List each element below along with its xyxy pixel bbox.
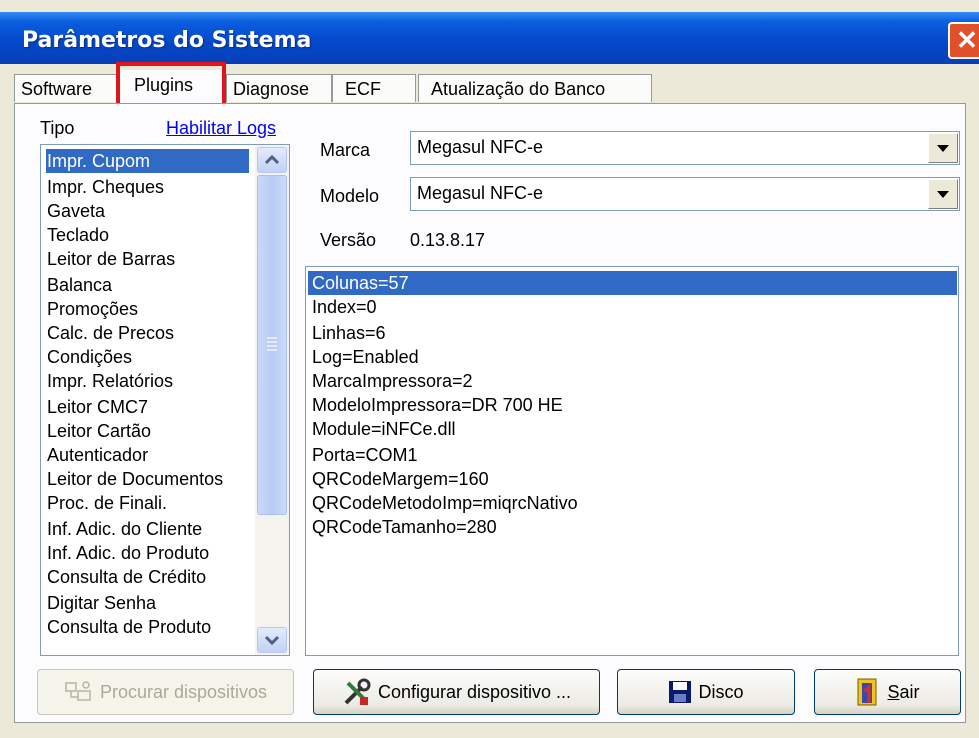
chevron-down-icon <box>264 635 280 646</box>
close-button[interactable]: ✕ <box>948 22 979 59</box>
list-item-selected[interactable]: Impr. Cupom <box>46 149 249 173</box>
param-line[interactable]: QRCodeMargem=160 <box>312 467 489 491</box>
marca-dropdown-button[interactable] <box>928 133 958 163</box>
habilitar-logs-link[interactable]: Habilitar Logs <box>166 118 276 139</box>
list-item[interactable]: Condições <box>47 345 132 369</box>
param-line[interactable]: Module=iNFCe.dll <box>312 417 456 441</box>
modelo-select[interactable]: Megasul NFC-e <box>410 177 960 211</box>
list-item[interactable]: Autenticador <box>47 443 148 467</box>
configurar-dispositivo-button[interactable]: Configurar dispositivo ... <box>313 669 600 715</box>
param-line[interactable]: QRCodeTamanho=280 <box>312 515 497 539</box>
list-item[interactable]: Teclado <box>47 223 109 247</box>
marca-select[interactable]: Megasul NFC-e <box>410 131 960 165</box>
procurar-dispositivos-button[interactable]: Procurar dispositivos <box>37 669 294 715</box>
title-bar[interactable]: Parâmetros do Sistema ✕ <box>0 12 979 64</box>
versao-label: Versão <box>320 230 377 250</box>
tab-atualizacao-banco[interactable]: Atualização do Banco <box>418 74 652 102</box>
configure-tools-icon <box>344 678 371 705</box>
param-line[interactable]: Log=Enabled <box>312 345 419 369</box>
versao-value: 0.13.8.17 <box>410 230 486 250</box>
list-item[interactable]: Inf. Adic. do Produto <box>47 541 209 565</box>
tipo-label: Tipo <box>40 118 75 138</box>
param-line[interactable]: QRCodeMetodoImp=miqrcNativo <box>312 491 578 515</box>
param-line[interactable]: Linhas=6 <box>312 321 386 345</box>
list-item[interactable]: Balanca <box>47 273 112 297</box>
list-item[interactable]: Impr. Cheques <box>47 175 164 199</box>
list-item[interactable]: Gaveta <box>47 199 105 223</box>
scroll-down-button[interactable] <box>257 627 287 653</box>
param-line-selected[interactable]: Colunas=57 <box>308 271 957 295</box>
list-item[interactable]: Inf. Adic. do Cliente <box>47 517 202 541</box>
marca-value: Megasul NFC-e <box>417 137 544 157</box>
sair-button[interactable]: Sair <box>814 669 961 715</box>
param-line[interactable]: Porta=COM1 <box>312 443 418 467</box>
list-scrollbar[interactable] <box>255 145 289 655</box>
param-line[interactable]: Index=0 <box>312 295 377 319</box>
tipo-listbox[interactable]: Impr. Cupom Impr. Cheques Gaveta Teclado… <box>40 144 290 656</box>
plugin-parameters-list[interactable]: Colunas=57 Index=0 Linhas=6 Log=Enabled … <box>305 266 959 656</box>
disco-label: Disco <box>698 681 744 702</box>
exit-door-icon <box>857 678 877 706</box>
chevron-up-icon <box>264 154 280 165</box>
list-item[interactable]: Leitor de Documentos <box>47 467 223 491</box>
system-parameters-window: Parâmetros do Sistema ✕ Software Plugins… <box>0 0 979 738</box>
list-item[interactable]: Leitor Cartão <box>47 419 151 443</box>
dropdown-arrow-icon <box>937 191 949 198</box>
list-item[interactable]: Proc. de Finali. <box>47 491 167 515</box>
tab-software[interactable]: Software <box>14 74 118 102</box>
list-item[interactable]: Impr. Relatórios <box>47 369 173 393</box>
dropdown-arrow-icon <box>937 145 949 152</box>
highlight-box <box>116 62 226 108</box>
list-item[interactable]: Calc. de Precos <box>47 321 174 345</box>
list-item[interactable]: Leitor de Barras <box>47 247 175 271</box>
sair-label: Sair <box>887 682 919 703</box>
list-item[interactable]: Consulta de Produto <box>47 615 211 639</box>
sair-mnemonic: S <box>887 681 900 702</box>
configurar-dispositivo-label: Configurar dispositivo ... <box>377 681 572 702</box>
list-item[interactable]: Promoções <box>47 297 138 321</box>
list-item[interactable]: Leitor CMC7 <box>47 395 148 419</box>
devices-icon <box>65 681 91 701</box>
list-item[interactable]: Consulta de Crédito <box>47 565 206 589</box>
floppy-disk-icon <box>669 681 692 703</box>
scroll-thumb[interactable] <box>257 175 287 515</box>
tab-ecf[interactable]: ECF <box>332 74 416 102</box>
sair-label-rest: air <box>899 681 920 702</box>
modelo-value: Megasul NFC-e <box>417 183 544 203</box>
procurar-dispositivos-label: Procurar dispositivos <box>99 681 268 702</box>
modelo-dropdown-button[interactable] <box>928 179 958 209</box>
scroll-up-button[interactable] <box>257 147 287 173</box>
marca-label: Marca <box>320 140 371 160</box>
modelo-label: Modelo <box>320 186 380 206</box>
param-line[interactable]: MarcaImpressora=2 <box>312 369 473 393</box>
window-title: Parâmetros do Sistema <box>22 28 312 53</box>
list-item[interactable]: Digitar Senha <box>47 591 156 615</box>
tab-diagnose[interactable]: Diagnose <box>226 74 332 102</box>
grip-icon <box>267 337 277 351</box>
disco-button[interactable]: Disco <box>617 669 795 715</box>
param-line[interactable]: ModeloImpressora=DR 700 HE <box>312 393 563 417</box>
